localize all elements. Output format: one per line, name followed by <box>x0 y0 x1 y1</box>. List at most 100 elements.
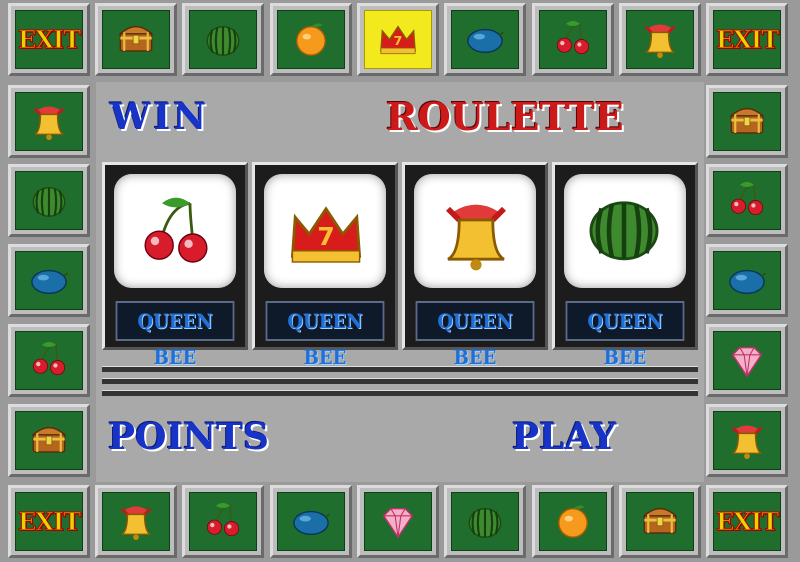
plum-icon <box>293 510 330 536</box>
tile-panel <box>626 10 694 69</box>
roulette-tile-plum <box>444 3 526 76</box>
exit-label: EXIT <box>18 24 82 54</box>
roulette-tile-chest <box>619 485 701 558</box>
tile-panel <box>15 251 83 310</box>
tile-panel <box>539 492 607 551</box>
plum-icon <box>729 269 766 295</box>
tile-panel <box>189 10 257 69</box>
tile-panel <box>364 492 432 551</box>
plum-icon <box>467 28 504 54</box>
bell-icon <box>731 425 763 460</box>
watermelon-icon <box>32 186 66 217</box>
cherries-icon <box>144 197 208 263</box>
roulette-tile-diamond <box>706 324 788 397</box>
roulette-tile-watermelon <box>444 485 526 558</box>
roulette-tile-crown: 7 <box>357 3 439 76</box>
roulette-tile-bell <box>619 3 701 76</box>
game-screen: EXIT 7 EXIT EXIT EXIT WIN ROULETTE QUEEN… <box>0 0 800 562</box>
exit-label: EXIT <box>716 506 780 536</box>
bell-icon <box>644 24 676 59</box>
tile-panel <box>713 92 781 151</box>
chest-icon <box>31 426 67 453</box>
reel-window: 7 <box>264 174 386 288</box>
roulette-tile-plum <box>270 485 352 558</box>
bell-icon <box>446 204 506 271</box>
center-panel: WIN ROULETTE QUEEN BEE 7 QUEEN BEE QUEEN… <box>96 82 704 482</box>
reel-window <box>114 174 236 288</box>
tile-panel <box>102 10 170 69</box>
watermelon-icon <box>589 201 659 261</box>
crown-icon: 7 <box>380 25 416 55</box>
roulette-tile-watermelon <box>182 3 264 76</box>
roulette-tile-watermelon <box>8 164 90 237</box>
chest-icon <box>642 507 678 534</box>
plum-icon <box>31 269 68 295</box>
points-label: POINTS <box>108 416 269 458</box>
tile-panel <box>189 492 257 551</box>
watermelon-icon <box>468 507 502 538</box>
roulette-tile-chest <box>8 404 90 477</box>
tile-panel: EXIT <box>713 492 781 551</box>
tile-panel <box>15 171 83 230</box>
roulette-tile-cherries <box>532 3 614 76</box>
cherries-icon <box>206 502 240 537</box>
bell-icon <box>120 506 152 541</box>
roulette-tile-cherries <box>706 164 788 237</box>
chest-icon <box>729 107 765 134</box>
reel-4: QUEEN BEE <box>552 162 698 369</box>
crown-seven-icon: 7 <box>290 206 362 263</box>
reel-window <box>414 174 536 288</box>
tile-panel: EXIT <box>15 492 83 551</box>
play-label: PLAY <box>512 416 617 458</box>
tile-panel <box>277 492 345 551</box>
roulette-tile-exit: EXIT <box>8 485 90 558</box>
watermelon-icon <box>206 25 240 56</box>
tile-panel <box>102 492 170 551</box>
tile-panel <box>15 411 83 470</box>
exit-label: EXIT <box>716 24 780 54</box>
roulette-tile-plum <box>8 244 90 317</box>
svg-text:7: 7 <box>317 222 335 251</box>
tile-panel: EXIT <box>713 10 781 69</box>
roulette-tile-bell <box>95 485 177 558</box>
reel-window <box>564 174 686 288</box>
reel-name-label: QUEEN BEE <box>115 301 235 369</box>
exit-label: EXIT <box>18 506 82 536</box>
roulette-tile-exit: EXIT <box>8 3 90 76</box>
roulette-tile-exit: EXIT <box>706 3 788 76</box>
svg-text:7: 7 <box>394 34 403 49</box>
roulette-tile-bell <box>8 85 90 158</box>
reel-name-label: QUEEN BEE <box>565 301 685 369</box>
tile-panel <box>713 171 781 230</box>
tile-panel <box>451 10 519 69</box>
bell-icon <box>33 106 65 141</box>
tile-panel <box>713 331 781 390</box>
roulette-tile-chest <box>706 85 788 158</box>
roulette-tile-plum <box>706 244 788 317</box>
roulette-tile-bell <box>706 404 788 477</box>
chest-icon <box>118 25 154 52</box>
roulette-tile-cherries <box>182 485 264 558</box>
tile-panel <box>713 411 781 470</box>
reel-name-label: QUEEN BEE <box>415 301 535 369</box>
reel-2: 7 QUEEN BEE <box>252 162 398 369</box>
tile-panel: EXIT <box>15 10 83 69</box>
tile-panel <box>451 492 519 551</box>
cherries-icon <box>556 20 590 55</box>
tile-panel: 7 <box>364 10 432 69</box>
orange-icon <box>296 23 326 56</box>
roulette-tile-orange <box>270 3 352 76</box>
roulette-tile-orange <box>532 485 614 558</box>
roulette-tile-chest <box>95 3 177 76</box>
diamond-icon <box>731 346 763 378</box>
cherries-icon <box>32 341 66 376</box>
reel-3: QUEEN BEE <box>402 162 548 369</box>
tile-panel <box>539 10 607 69</box>
roulette-tile-cherries <box>8 324 90 397</box>
tile-panel <box>15 92 83 151</box>
cherries-icon <box>730 181 764 216</box>
tile-panel <box>713 251 781 310</box>
reel-name-label: QUEEN BEE <box>265 301 385 369</box>
reel-1: QUEEN BEE <box>102 162 248 369</box>
divider-bar <box>102 366 698 372</box>
